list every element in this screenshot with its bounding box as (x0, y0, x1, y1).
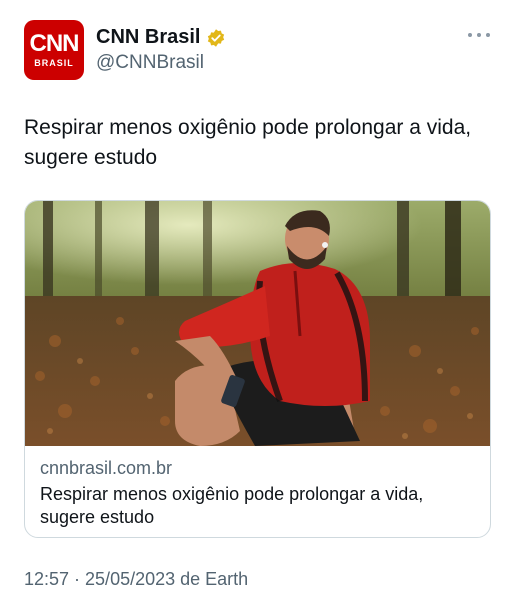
cnn-logo-text: CNN (29, 30, 80, 57)
tweet-text: Respirar menos oxigênio pode prolongar a… (24, 116, 472, 169)
card-image[interactable] (25, 201, 490, 446)
man-breathing-in-forest-photo (25, 201, 490, 446)
display-name[interactable]: CNN Brasil (96, 26, 200, 49)
account-name-row: CNN Brasil (96, 26, 226, 49)
card-domain[interactable]: cnnbrasil.com.br (40, 458, 172, 479)
tweet-timestamp[interactable]: 12:57 · 25/05/2023 de Earth (24, 569, 248, 590)
account-handle[interactable]: @CNNBrasil (96, 52, 204, 74)
dot (468, 33, 472, 37)
link-card[interactable]: cnnbrasil.com.br Respirar menos oxigênio… (24, 200, 491, 538)
verified-badge-icon (208, 28, 225, 47)
dot (477, 33, 481, 37)
more-options-icon[interactable] (468, 28, 490, 42)
cnn-logo-subtext: BRASIL (34, 58, 74, 68)
avatar[interactable]: CNN BRASIL (24, 20, 84, 80)
dot (486, 33, 490, 37)
card-title[interactable]: Respirar menos oxigênio pode prolongar a… (40, 483, 480, 529)
